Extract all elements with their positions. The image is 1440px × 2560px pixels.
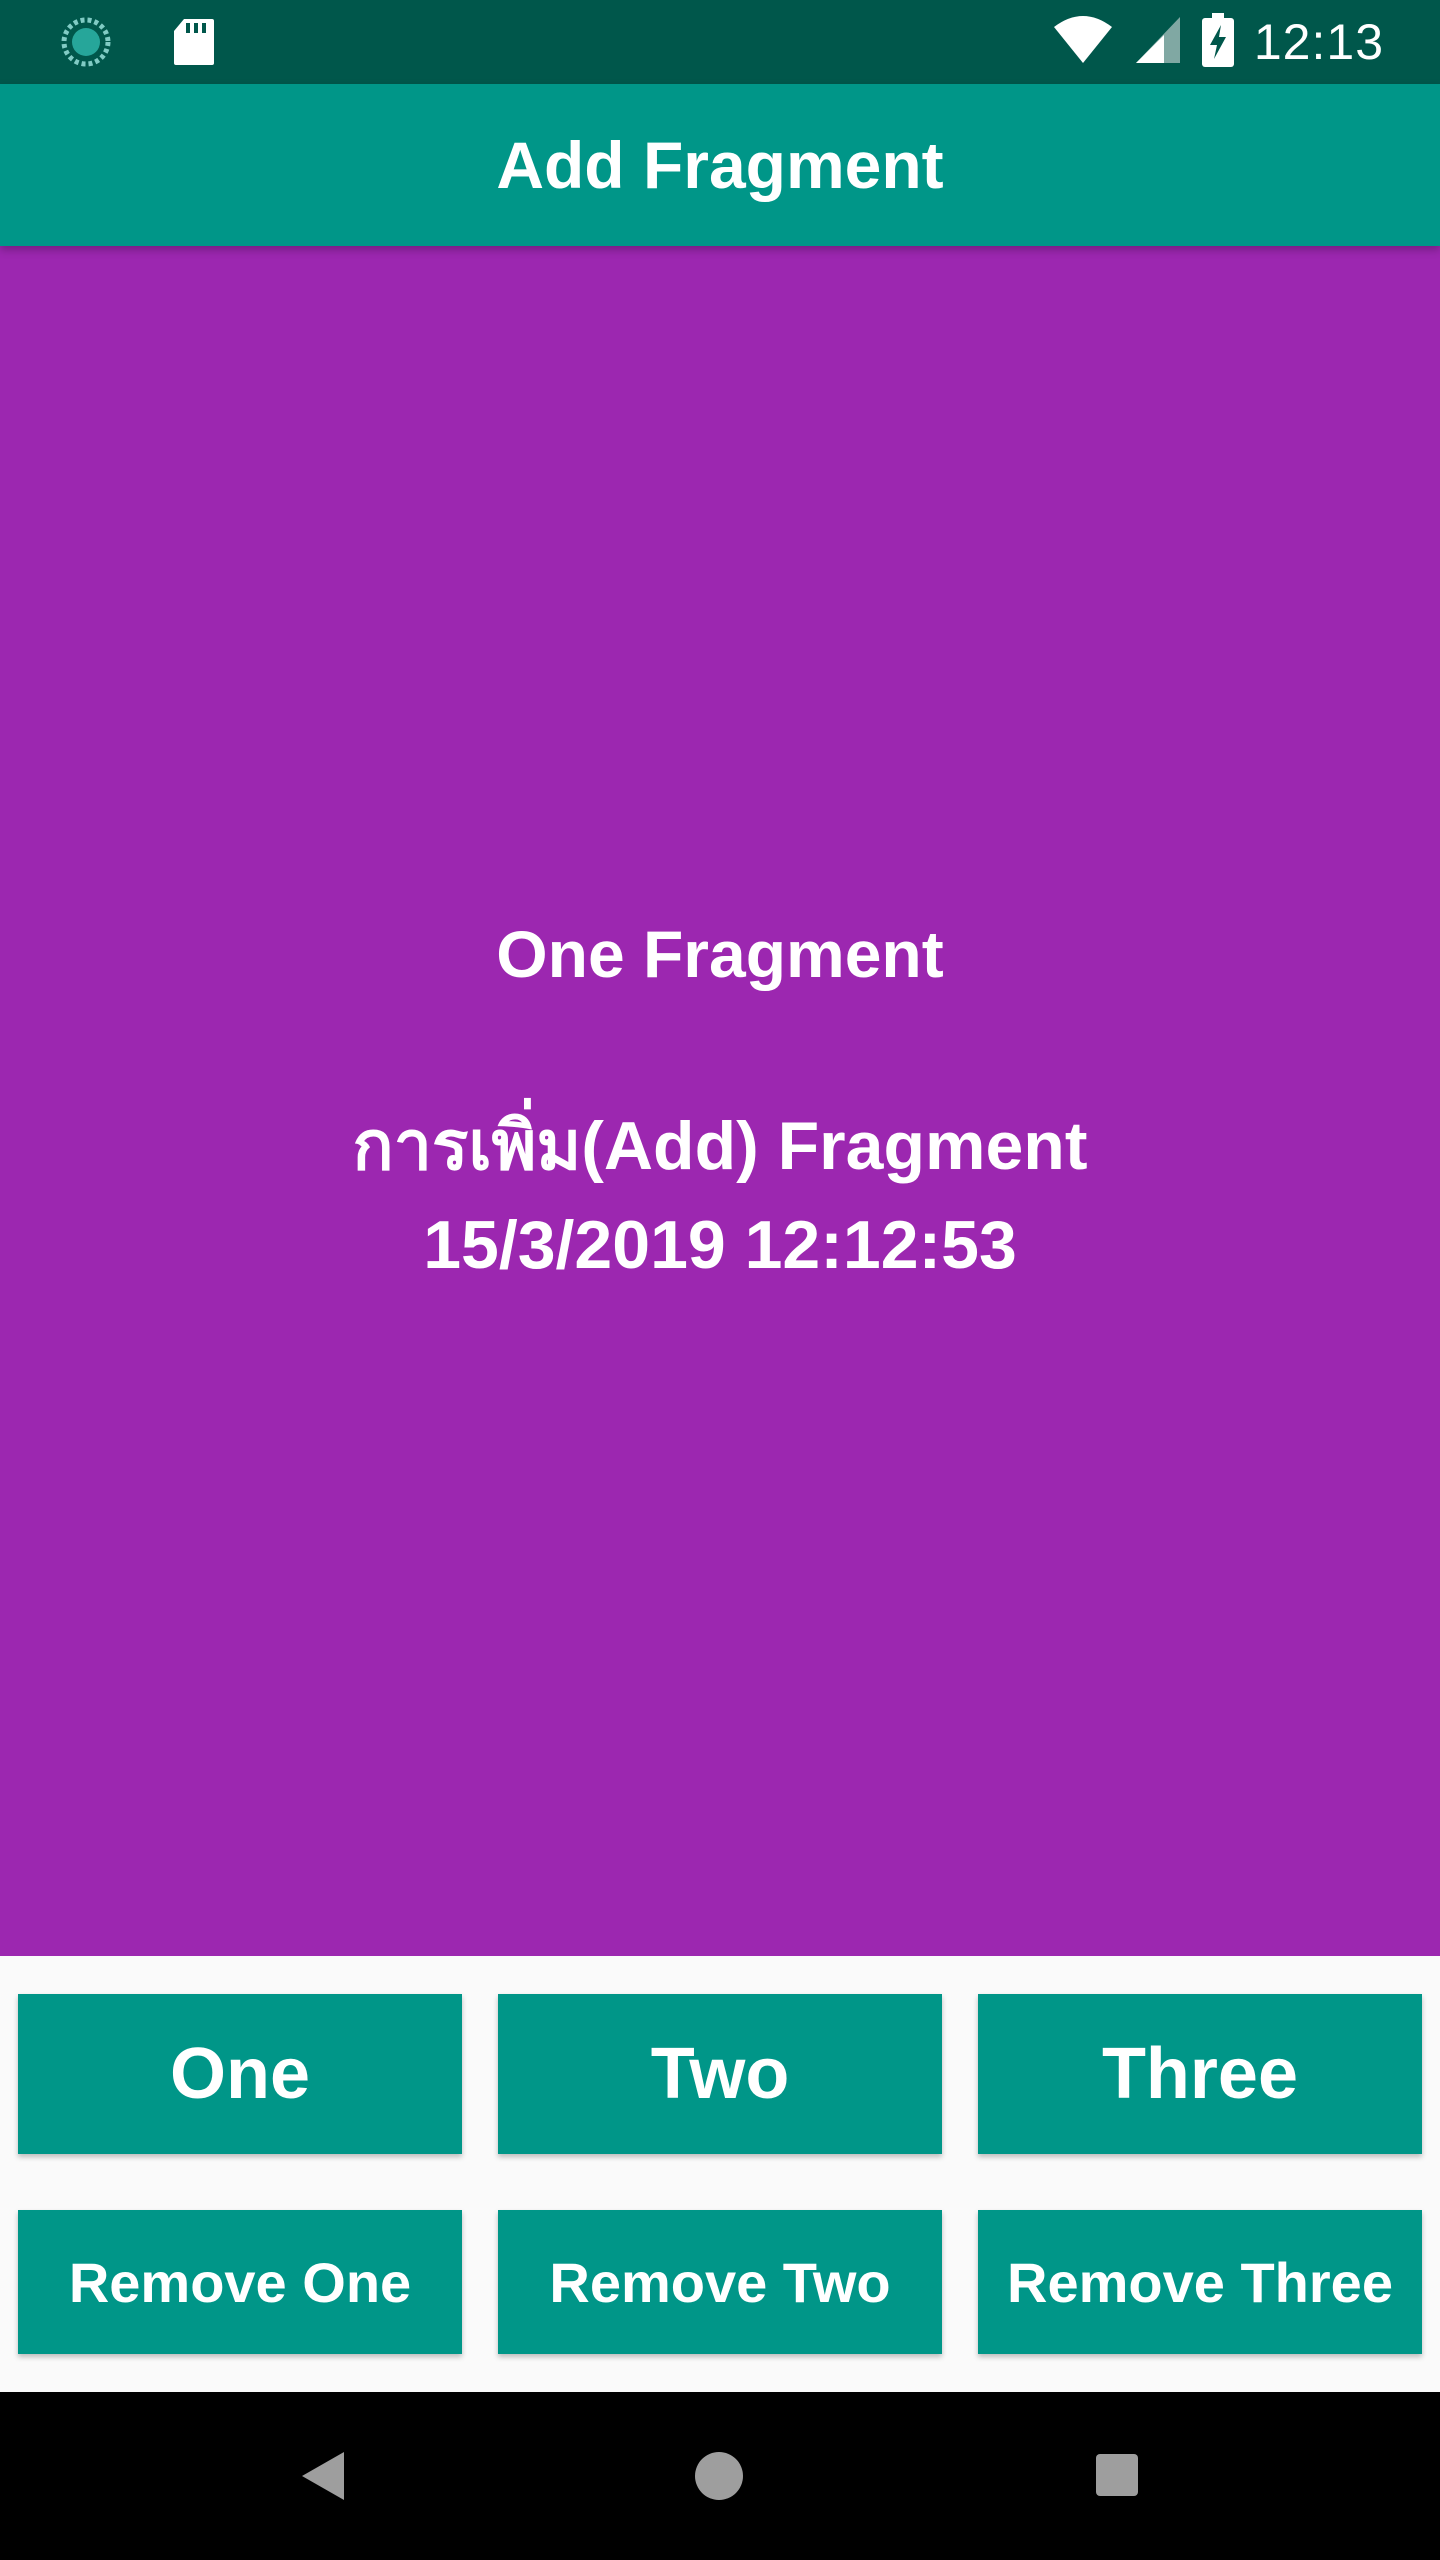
remove-one-button[interactable]: Remove One	[18, 2210, 462, 2354]
remove-two-button[interactable]: Remove Two	[498, 2210, 942, 2354]
sync-icon	[60, 16, 112, 73]
sd-card-icon	[172, 17, 216, 72]
button-panel: One Two Three Remove One Remove Two Remo…	[0, 1956, 1440, 2392]
fragment-timestamp: 15/3/2019 12:12:53	[423, 1207, 1017, 1283]
status-bar: 12:13	[0, 0, 1440, 84]
back-icon[interactable]	[300, 2450, 346, 2507]
fragment-container: One Fragment การเพิ่ม(Add) Fragment 15/3…	[0, 246, 1440, 1956]
wifi-icon	[1052, 15, 1114, 70]
three-button[interactable]: Three	[978, 1994, 1422, 2154]
status-time: 12:13	[1253, 14, 1384, 70]
app-bar: Add Fragment	[0, 84, 1440, 246]
cell-signal-icon	[1134, 15, 1182, 70]
fragment-title: One Fragment	[496, 917, 944, 991]
app-title: Add Fragment	[496, 128, 944, 202]
battery-charging-icon	[1201, 12, 1234, 72]
home-icon[interactable]	[695, 2452, 743, 2500]
navigation-bar	[0, 2392, 1440, 2560]
recents-icon[interactable]	[1096, 2454, 1138, 2496]
fragment-action-text: การเพิ่ม(Add) Fragment	[352, 1108, 1088, 1184]
remove-three-button[interactable]: Remove Three	[978, 2210, 1422, 2354]
two-button[interactable]: Two	[498, 1994, 942, 2154]
one-button[interactable]: One	[18, 1994, 462, 2154]
